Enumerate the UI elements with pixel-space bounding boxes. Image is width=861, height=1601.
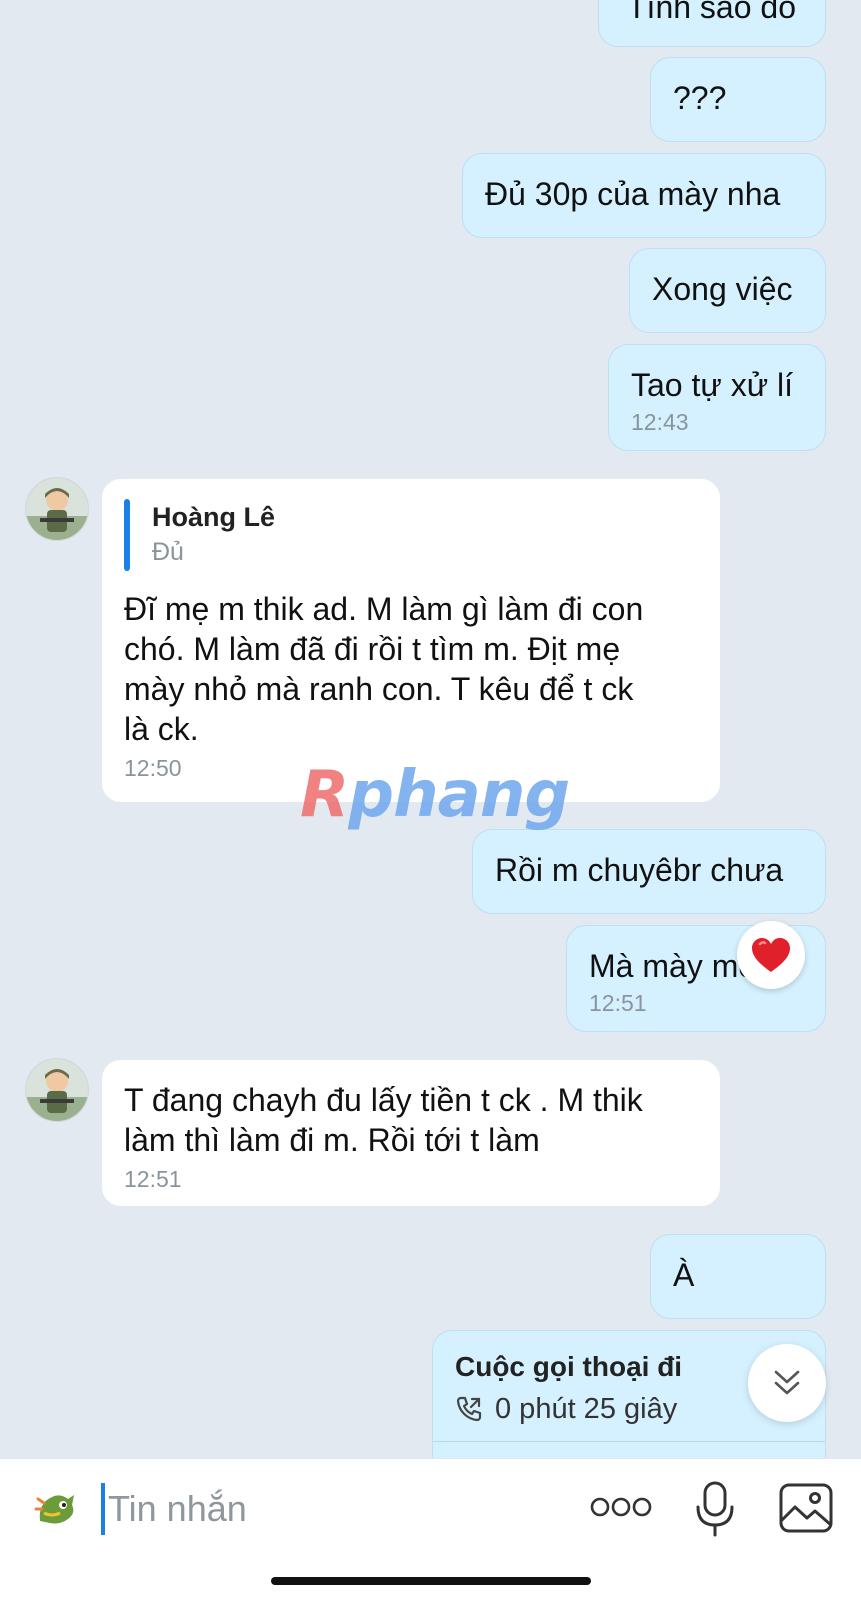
message-bubble-sent[interactable]: Tính sao đó (598, 0, 826, 47)
text-cursor (101, 1483, 105, 1535)
watermark: Rphang (300, 758, 570, 832)
message-input[interactable]: Tin nhắn (108, 1485, 247, 1533)
voice-message-button[interactable] (695, 1481, 735, 1537)
message-time: 12:51 (589, 990, 647, 1016)
heart-icon (752, 938, 790, 972)
more-options-button[interactable] (590, 1495, 652, 1519)
message-bubble-received[interactable]: Hoàng Lê Đủ Đĩ mẹ m thik ad. M làm gì là… (101, 478, 721, 803)
image-picker-button[interactable] (779, 1483, 833, 1533)
phone-outgoing-icon (456, 1396, 482, 1422)
message-bubble-sent[interactable]: À (650, 1234, 826, 1319)
scroll-to-bottom-button[interactable] (748, 1344, 826, 1422)
message-text: Rồi m chuyêbr chưa (495, 852, 784, 888)
watermark-text: phang (348, 758, 570, 832)
message-text: Tính sao đó (627, 0, 796, 25)
message-text: À (673, 1257, 695, 1293)
message-bubble-sent[interactable]: ??? (650, 57, 826, 142)
more-dots-icon (590, 1497, 652, 1517)
image-icon (779, 1483, 833, 1533)
avatar-image (26, 478, 88, 540)
chat-area[interactable]: Tính sao đó ??? Đủ 30p của mày nha Xong … (0, 0, 861, 1458)
call-divider (433, 1441, 825, 1442)
message-text-line: là ck. (124, 711, 199, 747)
composer-bar: Tin nhắn (0, 1458, 861, 1601)
message-text: Tao tự xử lí (631, 367, 793, 403)
chevron-double-down-icon (774, 1370, 800, 1395)
message-bubble-sent[interactable]: Tao tự xử lí 12:43 (608, 344, 826, 451)
reply-quote[interactable]: Hoàng Lê Đủ (124, 499, 700, 571)
message-text-line: T đang chayh đu lấy tiền t ck . M thik (124, 1082, 643, 1118)
message-text-line: Đĩ mẹ m thik ad. M làm gì làm đi con (124, 591, 644, 627)
message-text-line: mày nhỏ mà ranh con. T kêu để t ck (124, 671, 634, 707)
message-text-line: chó. M làm đã đi rồi t tìm m. Địt mẹ (124, 631, 621, 667)
quote-author: Hoàng Lê (152, 502, 276, 532)
message-input-placeholder: Tin nhắn (108, 1488, 247, 1529)
avatar-image (26, 1059, 88, 1121)
microphone-icon (696, 1481, 734, 1537)
message-bubble-sent[interactable]: Xong việc (629, 248, 826, 333)
message-bubble-sent[interactable]: Đủ 30p của mày nha (462, 153, 826, 238)
avatar[interactable] (25, 477, 89, 541)
call-duration: 0 phút 25 giây (495, 1393, 678, 1425)
message-text: ??? (673, 80, 727, 116)
message-bubble-sent[interactable]: Rồi m chuyêbr chưa (472, 829, 826, 914)
message-text-line: làm thì làm đi m. Rồi tới t làm (124, 1122, 540, 1158)
message-text: Xong việc (652, 271, 793, 307)
sticker-icon (34, 1495, 74, 1524)
reaction-badge[interactable] (737, 921, 805, 989)
message-bubble-received[interactable]: T đang chayh đu lấy tiền t ck . M thik l… (101, 1059, 721, 1207)
sticker-button[interactable] (30, 1483, 80, 1533)
quote-text: Đủ (152, 538, 184, 566)
message-time: 12:51 (124, 1166, 182, 1192)
home-indicator[interactable] (271, 1577, 591, 1585)
avatar[interactable] (25, 1058, 89, 1122)
message-time: 12:43 (631, 409, 689, 435)
watermark-initial: R (300, 758, 349, 832)
quote-bar (124, 499, 130, 571)
message-text: Đủ 30p của mày nha (485, 176, 781, 212)
